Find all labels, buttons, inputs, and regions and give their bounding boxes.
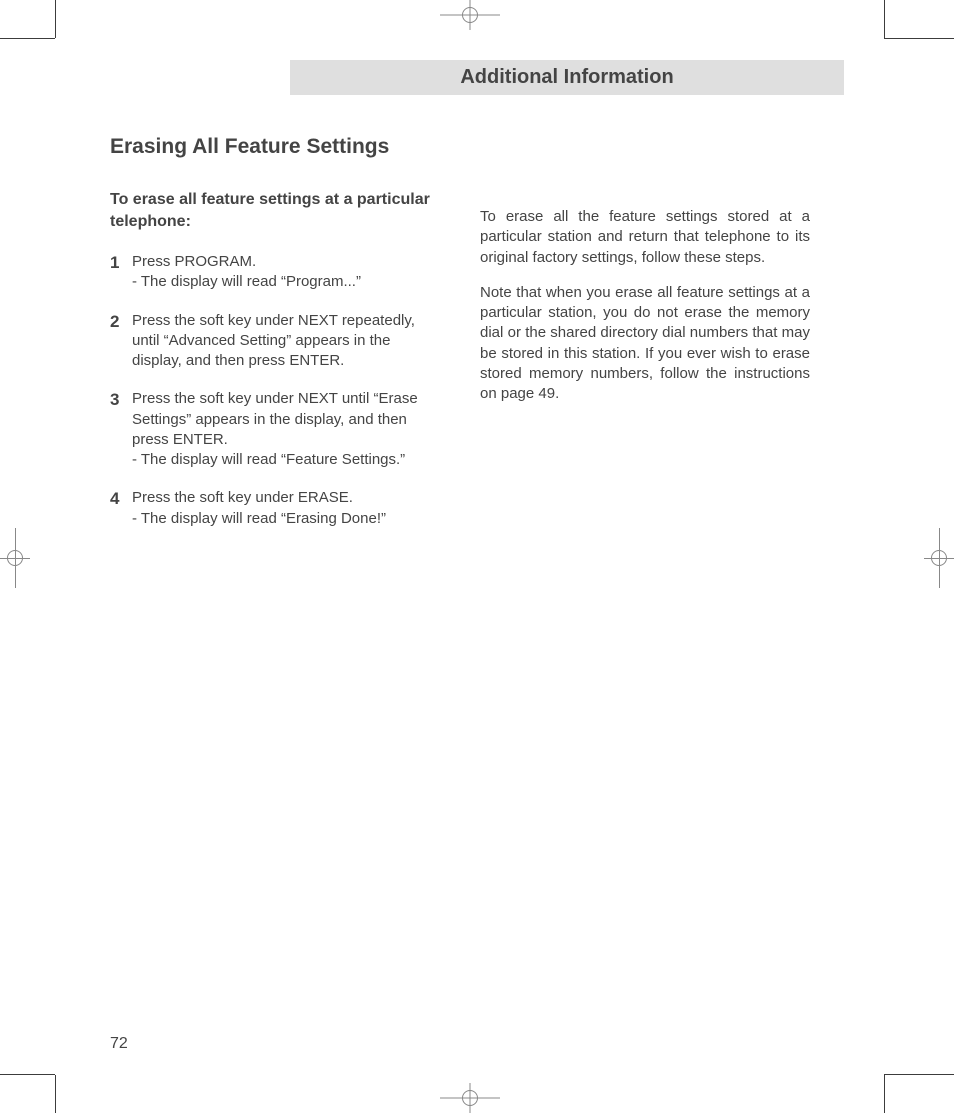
registration-mark-icon [0,528,30,588]
crop-mark [884,38,954,39]
step-item: 1 Press PROGRAM.- The display will read … [110,252,430,293]
page-number: 72 [110,1035,128,1053]
step-number: 3 [110,389,132,470]
body-paragraph: To erase all the feature settings stored… [480,207,810,268]
step-number: 4 [110,488,132,529]
page-header-band: Additional Information [290,60,844,95]
right-column: To erase all the feature settings stored… [480,189,810,547]
step-body: Press PROGRAM.- The display will read “P… [132,252,430,293]
registration-mark-icon [440,1083,500,1113]
registration-mark-icon [440,0,500,30]
registration-mark-icon [924,528,954,588]
step-number: 1 [110,252,132,293]
crop-mark [884,1075,885,1113]
step-body: Press the soft key under NEXT until “Era… [132,389,430,470]
section-title: Erasing All Feature Settings [110,135,844,159]
crop-mark [0,1074,55,1075]
step-body: Press the soft key under ERASE.- The dis… [132,488,430,529]
instructions-subhead: To erase all feature settings at a parti… [110,189,430,232]
left-column: To erase all feature settings at a parti… [110,189,430,547]
crop-mark [55,0,56,38]
crop-mark [55,1075,56,1113]
step-item: 3 Press the soft key under NEXT until “E… [110,389,430,470]
crop-mark [0,38,55,39]
step-item: 2 Press the soft key under NEXT repeated… [110,311,430,372]
page-content: Additional Information Erasing All Featu… [110,60,844,1053]
page-header-title: Additional Information [460,66,673,88]
crop-mark [884,0,885,38]
step-body: Press the soft key under NEXT repeatedly… [132,311,430,372]
step-number: 2 [110,311,132,372]
step-item: 4 Press the soft key under ERASE.- The d… [110,488,430,529]
body-paragraph: Note that when you erase all feature set… [480,283,810,405]
crop-mark [884,1074,954,1075]
